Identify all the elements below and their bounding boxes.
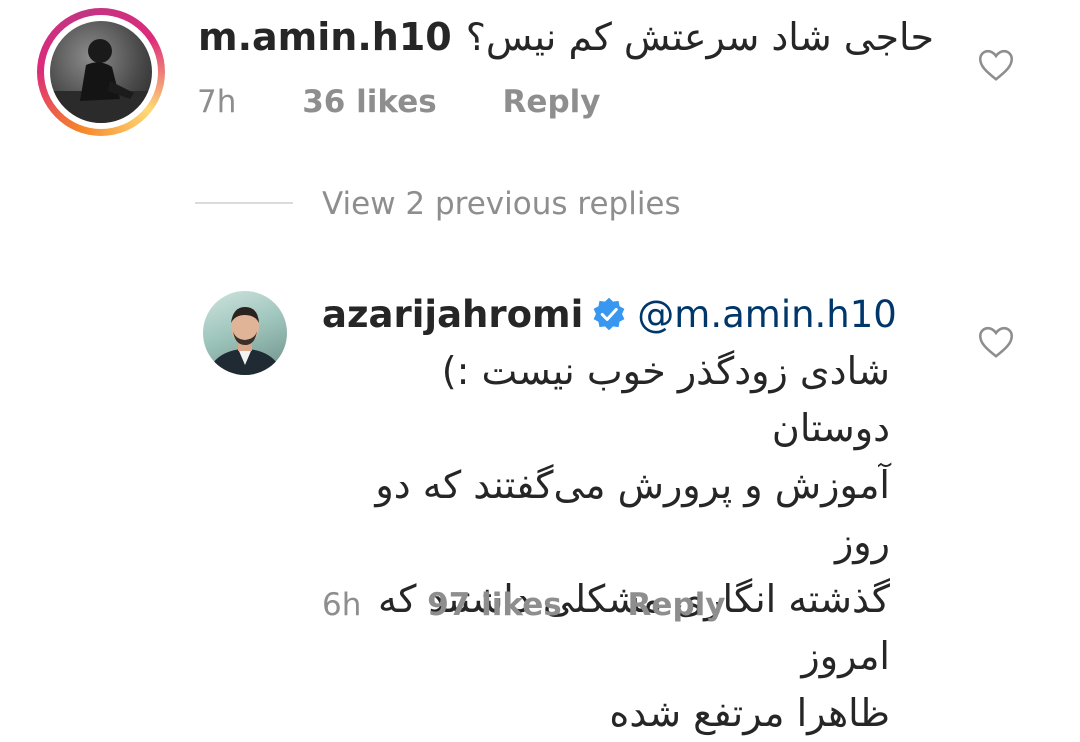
heart-icon[interactable] <box>978 48 1014 82</box>
comment-2-header: azarijahromi @m.amin.h10 <box>322 292 897 338</box>
comment-2-username[interactable]: azarijahromi <box>322 293 583 336</box>
comment-1-time: 7h <box>197 84 237 120</box>
comment-2-line: آموزش و پرورش می‌گفتند که دو روز <box>375 463 890 564</box>
comment-2-line: ظاهرا مرتفع شده <box>609 691 890 735</box>
avatar-silhouette <box>50 39 152 123</box>
comment-2-mention[interactable]: @m.amin.h10 <box>637 293 897 336</box>
comment-1-meta: 7h 36 likes Reply <box>197 84 600 120</box>
avatar-m-amin-h10[interactable] <box>50 21 152 123</box>
verified-badge-icon <box>593 297 625 330</box>
comment-1-text: حاجی شاد سرعتش کم نیس؟ <box>465 15 935 59</box>
avatar-azarijahromi[interactable] <box>203 291 287 375</box>
avatar-portrait <box>209 307 281 375</box>
avatar-ring-gap <box>44 15 158 129</box>
heart-icon[interactable] <box>978 325 1014 359</box>
avatar-story-ring[interactable] <box>37 8 165 136</box>
comment-2-line: شادی زودگذر خوب نیست :) دوستان <box>441 349 890 450</box>
comment-2-likes[interactable]: 97 likes <box>427 587 561 623</box>
comment-1-likes[interactable]: 36 likes <box>302 84 436 120</box>
comment-2-time: 6h <box>322 587 362 623</box>
comment-2-reply-button[interactable]: Reply <box>628 587 726 623</box>
comment-1-reply-button[interactable]: Reply <box>503 84 601 120</box>
comment-2-meta: 6h 97 likes Reply <box>322 587 725 623</box>
view-previous-replies-button[interactable]: View 2 previous replies <box>322 186 681 222</box>
comment-1-username[interactable]: m.amin.h10 <box>198 15 452 59</box>
replies-divider <box>195 202 293 204</box>
comment-2-text: شادی زودگذر خوب نیست :) دوستان آموزش و پ… <box>316 343 890 742</box>
comment-1-header: m.amin.h10 حاجی شاد سرعتش کم نیس؟ <box>198 14 934 60</box>
